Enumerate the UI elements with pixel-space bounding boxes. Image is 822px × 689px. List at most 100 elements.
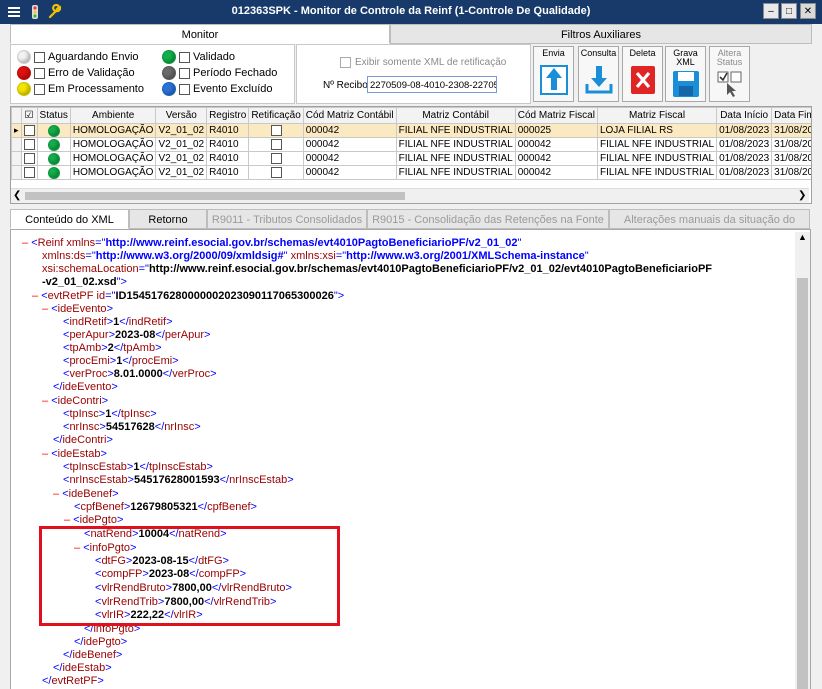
close-button[interactable]: ✕ — [800, 3, 816, 19]
tab-alteracoes-manuais: Alterações manuais da situação do evento — [609, 209, 810, 246]
matriz-fiscal-cell: FILIAL NFE INDUSTRIAL — [596, 165, 718, 180]
ambiente-cell: HOMOLOGAÇÃO — [69, 123, 157, 138]
collapse-toggle-icon[interactable]: – — [42, 395, 48, 407]
col-select-all[interactable]: ☑ — [20, 107, 38, 124]
tab-monitor[interactable]: Monitor — [10, 24, 390, 44]
scroll-thumb[interactable] — [25, 192, 405, 200]
download-tray-icon — [585, 66, 612, 94]
row-checkbox-box[interactable] — [23, 138, 35, 150]
floppy-disk-icon — [672, 71, 699, 97]
tab-filtros-auxiliares[interactable]: Filtros Auxiliares — [390, 24, 812, 44]
col-matriz-contabil[interactable]: Matriz Contábil — [395, 107, 516, 124]
xml-line: <verProc>8.01.0000</verProc> — [63, 368, 217, 380]
status-cell — [36, 165, 71, 180]
envia-label: Envia — [542, 48, 565, 58]
versao-cell: V2_01_02 — [155, 151, 208, 166]
matriz-fiscal-cell: FILIAL NFE INDUSTRIAL — [596, 151, 718, 166]
table-row[interactable]: HOMOLOGAÇÃO V2_01_02 R4010 000042 FILIAL NFE… — [11, 151, 811, 166]
status-dot-icon — [162, 66, 176, 80]
envia-button[interactable]: Envia — [533, 46, 574, 102]
collapse-toggle-icon[interactable]: – — [42, 448, 48, 460]
row-checkbox-box[interactable] — [270, 166, 282, 178]
scroll-up-arrow-icon[interactable]: ▲ — [798, 232, 807, 242]
legend-checkbox[interactable] — [179, 83, 190, 95]
recibo-input[interactable]: 2270509-08-4010-2308-2270509 — [367, 76, 497, 93]
xml-line: <indRetif>1</indRetif> — [63, 316, 173, 328]
tab-r9011: R9011 - Tributos Consolidados — [207, 209, 367, 229]
collapse-toggle-icon[interactable]: – — [42, 303, 48, 315]
legend-checkbox[interactable] — [34, 83, 45, 95]
legend-checkbox[interactable] — [179, 67, 190, 79]
xml-line: xsi:schemaLocation="http://www.reinf.eso… — [42, 263, 713, 275]
minimize-button[interactable]: – — [763, 3, 779, 19]
data-inicio-cell: 01/08/2023 — [716, 165, 773, 180]
col-data-fim[interactable]: Data Fim — [771, 107, 811, 124]
collapse-toggle-icon[interactable]: – — [22, 237, 28, 249]
xml-line: <tpInsc>1</tpInsc> — [63, 408, 157, 420]
retificacao-label: Exibir somente XML de retificação — [355, 57, 507, 68]
status-cell — [36, 151, 71, 166]
legend-checkbox[interactable] — [179, 51, 190, 63]
xml-vertical-scrollbar[interactable]: ▲ — [795, 232, 810, 689]
col-registro[interactable]: Registro — [206, 107, 250, 124]
xml-line: – <Reinf xmlns="http://www.reinf.esocial… — [22, 237, 522, 249]
row-checkbox-box[interactable] — [270, 124, 282, 136]
tab-conteudo-xml[interactable]: Conteúdo do XML — [10, 209, 129, 229]
col-cod-matriz-contabil[interactable]: Cód Matriz Contábil — [302, 107, 397, 124]
events-grid[interactable]: ☑ Status Ambiente Versão Registro Retifi… — [10, 106, 812, 204]
retificacao-checkbox[interactable] — [340, 57, 351, 68]
data-inicio-cell: 01/08/2023 — [716, 123, 773, 138]
collapse-toggle-icon[interactable]: – — [53, 488, 59, 500]
retificacao-cell — [248, 151, 304, 166]
row-checkbox-box[interactable] — [23, 166, 35, 178]
status-dot-icon — [162, 50, 176, 64]
col-retificacao[interactable]: Retificação — [248, 107, 304, 124]
cod-matriz-fiscal-cell: 000042 — [514, 137, 598, 152]
col-matriz-fiscal[interactable]: Matriz Fiscal — [596, 107, 718, 124]
collapse-toggle-icon[interactable]: – — [64, 514, 70, 526]
xml-line: <cpfBenef>12679805321</cpfBenef> — [74, 501, 257, 513]
grid-header-row: ☑ Status Ambiente Versão Registro Retifi… — [11, 107, 811, 124]
scroll-left-arrow-icon[interactable]: ❮ — [13, 190, 21, 201]
scroll-thumb[interactable] — [797, 278, 808, 689]
matriz-contabil-cell: FILIAL NFE INDUSTRIAL — [395, 165, 516, 180]
consulta-button[interactable]: Consulta — [578, 46, 619, 102]
xml-line: </idePgto> — [74, 636, 128, 648]
xml-line: – <ideContri> — [42, 395, 109, 407]
table-row[interactable]: HOMOLOGAÇÃO V2_01_02 R4010 000042 FILIAL NFE… — [11, 165, 811, 180]
scroll-right-arrow-icon[interactable]: ❯ — [798, 190, 806, 201]
grid-horizontal-scrollbar[interactable]: ❮ ❯ — [11, 188, 809, 203]
legend-checkbox[interactable] — [34, 51, 45, 63]
matriz-contabil-cell: FILIAL NFE INDUSTRIAL — [395, 123, 516, 138]
matriz-fiscal-cell: FILIAL NFE INDUSTRIAL — [596, 137, 718, 152]
xml-line: xmlns:ds="http://www.w3.org/2000/09/xmld… — [42, 250, 589, 262]
xml-line: – <ideBenef> — [53, 488, 119, 500]
status-cell — [36, 123, 71, 138]
row-checkbox-box[interactable] — [23, 124, 35, 136]
cod-matriz-contabil-cell: 000042 — [302, 165, 397, 180]
maximize-button[interactable]: □ — [781, 3, 797, 19]
tab-retorno[interactable]: Retorno — [129, 209, 207, 229]
altera-status-button[interactable]: Altera Status — [709, 46, 750, 102]
col-data-inicio[interactable]: Data Início — [716, 107, 773, 124]
xml-line: </ideEvento> — [53, 381, 118, 393]
collapse-toggle-icon[interactable]: – — [32, 290, 38, 302]
status-dot-icon — [17, 66, 31, 80]
row-indicator — [11, 165, 22, 180]
data-fim-cell: 31/08/20 — [771, 151, 811, 166]
row-checkbox-box[interactable] — [270, 152, 282, 164]
legend-checkbox[interactable] — [34, 67, 45, 79]
row-checkbox-box[interactable] — [23, 152, 35, 164]
col-cod-matriz-fiscal[interactable]: Cód Matriz Fiscal — [514, 107, 598, 124]
table-row[interactable]: HOMOLOGAÇÃO V2_01_02 R4010 000042 FILIAL NFE… — [11, 137, 811, 152]
deleta-button[interactable]: Deleta — [622, 46, 663, 102]
col-status[interactable]: Status — [36, 107, 71, 124]
legend-label: Aguardando Envio — [48, 51, 139, 63]
retificacao-filter: Exibir somente XML de retificação — [340, 57, 506, 68]
upload-arrow-icon — [539, 65, 568, 95]
col-ambiente[interactable]: Ambiente — [69, 107, 157, 124]
col-versao[interactable]: Versão — [155, 107, 208, 124]
row-checkbox-box[interactable] — [270, 138, 282, 150]
table-row[interactable]: ▸ HOMOLOGAÇÃO V2_01_02 R4010 000042 FILIAL NF… — [11, 123, 811, 138]
grava-xml-button[interactable]: Grava XML — [665, 46, 706, 102]
